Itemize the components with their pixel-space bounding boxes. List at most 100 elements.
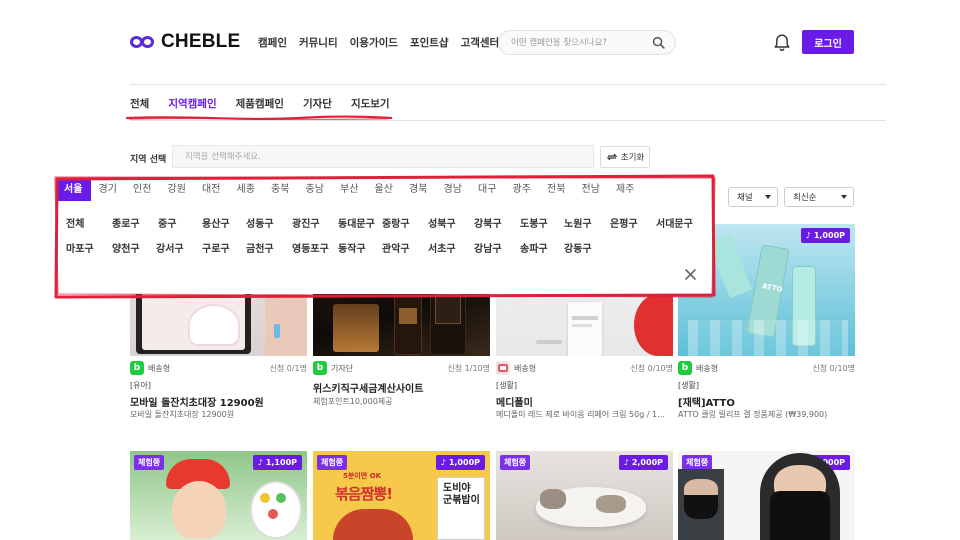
card-title[interactable]: 메디폴미 [496,394,533,409]
bell-icon[interactable] [773,33,791,52]
district-item[interactable]: 은평구 [610,215,638,230]
reset-label: 초기화 [620,152,645,162]
card-channel: 배송형 [148,364,171,373]
city-tab[interactable]: 부산 [332,179,367,201]
logo[interactable]: CHEBLE [130,31,240,53]
points-badge: ♪ 1,000P [435,455,485,470]
tab-all[interactable]: 전체 [130,96,149,111]
nav-community[interactable]: 커뮤니티 [299,35,338,50]
district-item[interactable]: 강남구 [474,240,502,255]
sort-select[interactable]: 최신순 [784,187,854,207]
district-item[interactable]: 성동구 [246,215,274,230]
city-tab[interactable]: 강원 [160,179,195,201]
campaign-card-image[interactable]: 체험쭝 ♪ 1,100P [130,451,307,540]
city-tab[interactable]: 경남 [436,179,471,201]
nav-campaign[interactable]: 캠페인 [258,35,287,50]
naver-blog-icon: b [130,361,144,375]
card-category: [생활] [496,381,517,390]
district-item[interactable]: 구로구 [202,240,230,255]
campaign-card-image[interactable]: 체험쭝 ♪ 2,000P [496,451,673,540]
tab-map-view[interactable]: 지도보기 [351,96,390,111]
district-item[interactable]: 전체 [66,215,84,230]
ramen-side-label-1: 도비야 [443,483,471,494]
district-item[interactable]: 도봉구 [520,215,548,230]
city-tab[interactable]: 대구 [470,179,505,201]
search-input[interactable] [511,36,646,50]
city-tab[interactable]: 인천 [125,179,160,201]
city-tab[interactable]: 세종 [229,179,264,201]
card-channel: 배송형 [696,364,719,373]
channel-select-value: 채널 [737,193,753,203]
district-item[interactable]: 금천구 [246,240,274,255]
card-description: 모바일 돌잔치초대장 12900원 [130,410,235,419]
tab-reporters[interactable]: 기자단 [303,96,332,111]
district-item[interactable]: 관악구 [382,240,410,255]
card-category: [생활] [678,381,699,390]
card-description: ATTO 클링 릴리프 겔 정품제공 (₩39,900) [678,410,828,419]
region-dropdown-panel: 서울 경기 인천 강원 대전 세종 충북 충남 부산 울산 경북 경남 대구 광주 전북 전남 제주 전체 종로구… [56,179,712,294]
card-description: 체험포인트10,000제공 [313,397,393,406]
sort-select-value: 최신순 [793,193,817,203]
search-icon[interactable] [652,36,665,49]
city-tab[interactable]: 전남 [574,179,609,201]
campaign-card-image[interactable]: 체험쭝 ♪20,000P [678,451,855,540]
nav-support[interactable]: 고객센터 [461,35,500,50]
district-item[interactable]: 동작구 [338,240,366,255]
city-tab[interactable]: 충남 [298,179,333,201]
district-item[interactable]: 서초구 [428,240,456,255]
campaign-card-image[interactable]: 체험쭝 ♪ 1,000P 5분이면 OK 볶음짬뽕! 도비야 군볶밥이 [313,451,490,540]
card-title[interactable]: 위스키직구세금계산사이트 [313,380,423,395]
district-item[interactable]: 양천구 [112,240,140,255]
tabs-annotation-underline [126,115,392,121]
ramen-side-label-2: 군볶밥이 [443,495,480,506]
district-item[interactable]: 종로구 [112,215,140,230]
card-applicants: 신청 0/1명 [269,364,308,373]
points-value: 1,000P [813,231,845,240]
region-input[interactable] [185,151,565,163]
tab-product-campaign[interactable]: 제품캠페인 [236,96,284,111]
tab-regional-campaign[interactable]: 지역캠페인 [168,96,216,111]
points-value: 1,000P [448,458,480,467]
card-applicants: 신청 1/10명 [447,364,490,373]
ramen-title: 볶음짬뽕! [335,485,393,503]
district-item[interactable]: 송파구 [520,240,548,255]
district-item[interactable]: 성북구 [428,215,456,230]
city-list: 서울 경기 인천 강원 대전 세종 충북 충남 부산 울산 경북 경남 대구 광주 전북 전남 제주 [56,179,712,201]
nav-guide[interactable]: 이용가이드 [350,35,398,50]
district-item[interactable]: 용산구 [202,215,230,230]
music-note-icon: ♪ [805,231,811,240]
card-title[interactable]: 모바일 돌잔치초대장 12900원 [130,394,264,409]
district-item[interactable]: 마포구 [66,240,94,255]
district-item[interactable]: 동대문구 [338,215,375,230]
login-button[interactable]: 로그인 [802,30,854,54]
chevron-down-icon [765,195,771,199]
district-item[interactable]: 영등포구 [292,240,329,255]
card-title[interactable]: [재택]ATTO [678,394,735,409]
city-tab[interactable]: 서울 [56,179,91,201]
district-item[interactable]: 강서구 [156,240,184,255]
channel-select[interactable]: 채널 [728,187,778,207]
city-tab[interactable]: 경북 [401,179,436,201]
reset-button[interactable]: 초기화 [600,146,650,168]
district-item[interactable]: 노원구 [564,215,592,230]
city-tab[interactable]: 경기 [91,179,126,201]
district-item[interactable]: 강동구 [564,240,592,255]
card-applicants: 신청 0/10명 [630,364,673,373]
district-item[interactable]: 중랑구 [382,215,410,230]
city-tab[interactable]: 대전 [194,179,229,201]
header-divider [130,84,886,85]
district-item[interactable]: 광진구 [292,215,320,230]
district-item[interactable]: 중구 [158,215,176,230]
brand-logo-icon [496,361,510,375]
nav-point-shop[interactable]: 포인트샵 [410,35,449,50]
city-tab[interactable]: 전북 [539,179,574,201]
city-tab[interactable]: 제주 [608,179,643,201]
district-item[interactable]: 강북구 [474,215,502,230]
city-tab[interactable]: 충북 [263,179,298,201]
district-item[interactable]: 서대문구 [656,215,693,230]
city-tab[interactable]: 울산 [367,179,402,201]
city-tab[interactable]: 광주 [505,179,540,201]
card-description: 메디폴미 레드 제로 바이옴 리페어 크림 50g / 1... [496,410,665,419]
close-icon[interactable] [684,268,697,281]
card-category: [유아] [130,381,151,390]
